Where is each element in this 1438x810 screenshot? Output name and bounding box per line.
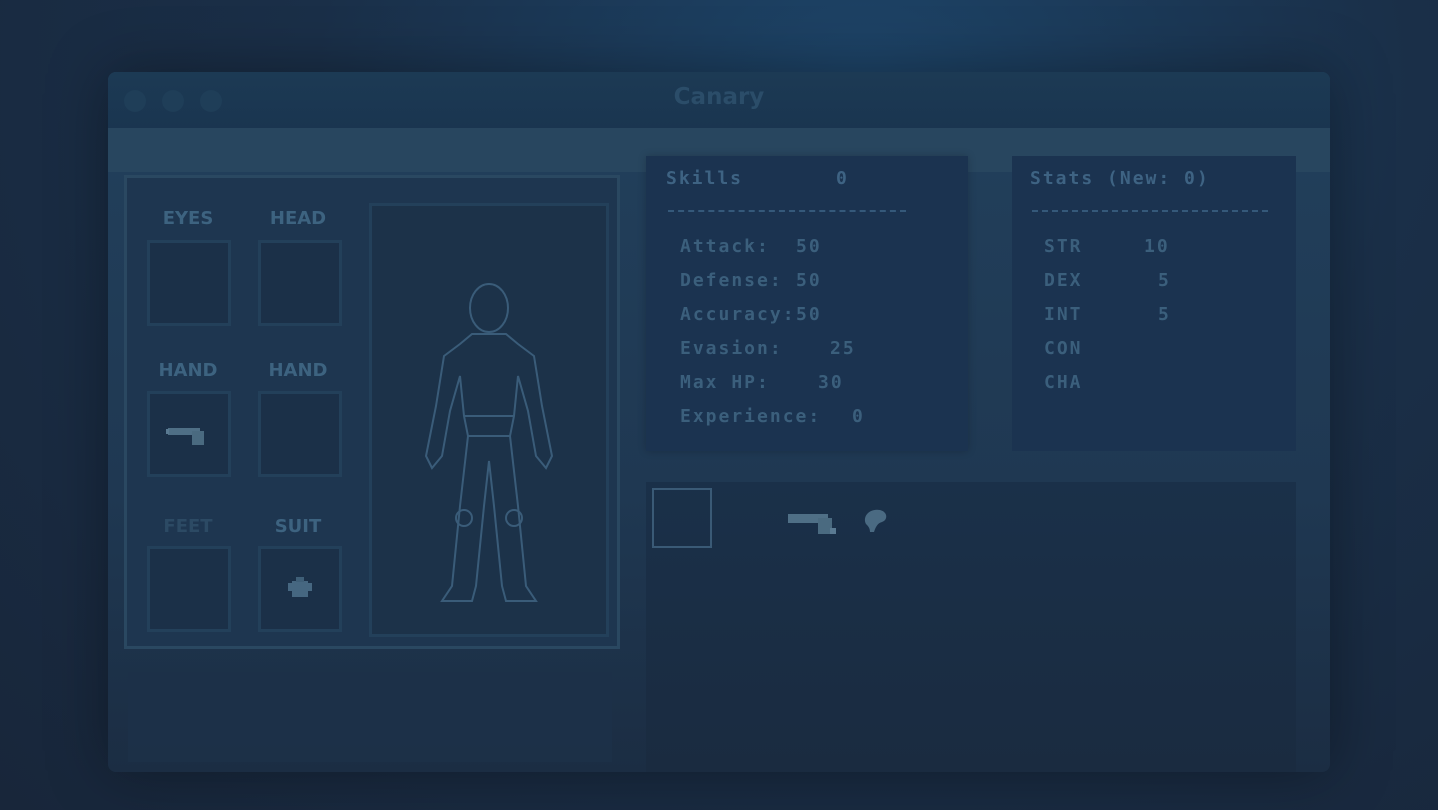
slot-label-hand-right: HAND xyxy=(268,360,328,381)
equip-slot-suit[interactable] xyxy=(258,546,342,632)
equip-slot-head[interactable] xyxy=(258,240,342,326)
skills-panel: Skills 0 Attack: 50 Defense: 50 Accuracy… xyxy=(646,156,968,451)
skill-label-max-hp: Max HP: xyxy=(680,372,770,393)
stats-panel: Stats (New: 0) STR 10 DEX 5 INT 5 CON CH… xyxy=(1012,156,1296,451)
skill-label-defense: Defense: xyxy=(680,270,783,291)
equip-slot-hand-left[interactable] xyxy=(147,391,231,477)
stat-value-int: 5 xyxy=(1158,304,1171,325)
slot-label-head: HEAD xyxy=(269,208,327,229)
character-body-preview xyxy=(369,203,609,637)
stats-header: Stats (New: 0) xyxy=(1030,168,1210,189)
window-title: Canary xyxy=(673,84,765,110)
skill-label-accuracy: Accuracy: xyxy=(680,304,796,325)
brain-icon[interactable] xyxy=(860,506,890,540)
slot-label-feet: FEET xyxy=(163,516,213,537)
title-bar: Canary xyxy=(108,72,1330,128)
skill-value-experience: 0 xyxy=(852,406,865,427)
skill-points: 0 xyxy=(836,168,849,189)
stat-label-str: STR xyxy=(1044,236,1083,257)
game-window: Canary EYES HEAD HAND HAND FEET SUIT Ski… xyxy=(108,72,1330,772)
skills-divider xyxy=(668,210,906,212)
skill-label-experience: Experience: xyxy=(680,406,822,427)
stat-label-cha: CHA xyxy=(1044,372,1083,393)
equip-slot-hand-right[interactable] xyxy=(258,391,342,477)
skill-label-attack: Attack: xyxy=(680,236,770,257)
skill-value-accuracy: 50 xyxy=(796,304,822,325)
stat-label-dex: DEX xyxy=(1044,270,1083,291)
equipment-footer xyxy=(128,672,612,762)
skill-label-evasion: Evasion: xyxy=(680,338,783,359)
skill-value-defense: 50 xyxy=(796,270,822,291)
skill-value-max-hp: 30 xyxy=(818,372,844,393)
skill-value-evasion: 25 xyxy=(830,338,856,359)
body-silhouette-icon xyxy=(424,283,554,602)
slot-label-suit: SUIT xyxy=(274,516,322,537)
equip-slot-eyes[interactable] xyxy=(147,240,231,326)
stat-label-con: CON xyxy=(1044,338,1083,359)
equip-slot-feet[interactable] xyxy=(147,546,231,632)
inventory-panel xyxy=(646,482,1296,772)
slot-label-eyes: EYES xyxy=(162,208,214,229)
inventory-selected-slot[interactable] xyxy=(652,488,712,548)
skill-value-attack: 50 xyxy=(796,236,822,257)
pistol-icon[interactable] xyxy=(786,508,840,542)
pistol-icon[interactable] xyxy=(150,394,228,474)
stat-value-dex: 5 xyxy=(1158,270,1171,291)
equipment-panel: EYES HEAD HAND HAND FEET SUIT xyxy=(124,175,620,649)
stat-label-int: INT xyxy=(1044,304,1083,325)
suit-icon[interactable] xyxy=(261,549,339,629)
slot-label-hand-left: HAND xyxy=(158,360,218,381)
skills-header: Skills xyxy=(666,168,744,189)
stat-value-str: 10 xyxy=(1144,236,1170,257)
stats-divider xyxy=(1032,210,1268,212)
